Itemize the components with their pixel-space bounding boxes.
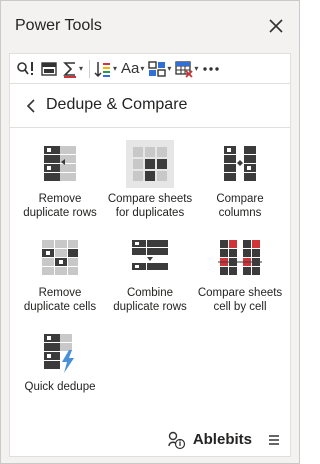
clear-table-button[interactable]: ▾ xyxy=(175,57,198,81)
clear-table-icon xyxy=(175,60,194,78)
tool-compare-cell-by-cell[interactable]: Compare sheets cell by cell xyxy=(192,234,288,314)
sum-icon xyxy=(63,61,76,78)
app-window: Power Tools ▾ ▾ Aa ▾ ▾ ▾ Dedupe & Compar… xyxy=(0,0,300,464)
compare-cell-by-cell-icon xyxy=(218,240,262,275)
chevron-left-icon xyxy=(26,99,35,113)
chevron-down-icon: ▾ xyxy=(194,64,199,73)
brand-logo[interactable]: Ablebits xyxy=(193,431,252,448)
merge-cells-icon xyxy=(148,60,167,77)
sum-button[interactable]: ▾ xyxy=(62,57,83,81)
chevron-down-icon: ▾ xyxy=(140,64,145,73)
tool-label: Compare sheets for duplicates xyxy=(107,193,193,219)
tool-remove-duplicate-cells[interactable]: Remove duplicate cells xyxy=(12,234,108,314)
section-header: Dedupe & Compare xyxy=(10,84,290,128)
tools-panel: ▾ ▾ Aa ▾ ▾ ▾ Dedupe & Compare Remove dup… xyxy=(9,53,291,457)
more-button[interactable] xyxy=(202,57,220,81)
chevron-down-icon: ▾ xyxy=(167,64,172,73)
sort-button[interactable]: ▾ xyxy=(94,57,117,81)
tool-label: Remove duplicate cells xyxy=(23,287,97,313)
tool-compare-columns[interactable]: Compare columns xyxy=(192,140,288,220)
menu-button[interactable] xyxy=(268,433,280,451)
text-case-icon: Aa xyxy=(121,60,140,77)
tool-combine-duplicate-rows[interactable]: Combine duplicate rows xyxy=(102,234,198,314)
tool-remove-duplicate-rows[interactable]: Remove duplicate rows xyxy=(12,140,108,220)
close-icon xyxy=(269,19,283,33)
text-case-button[interactable]: Aa ▾ xyxy=(121,57,144,81)
tool-label: Quick dedupe xyxy=(24,381,96,393)
chart-button[interactable] xyxy=(40,57,58,81)
chevron-down-icon: ▾ xyxy=(113,64,118,73)
toolbar-separator xyxy=(89,59,91,78)
remove-duplicate-rows-icon xyxy=(44,146,76,181)
tool-label: Compare sheets cell by cell xyxy=(197,287,283,313)
tool-label: Remove duplicate rows xyxy=(23,193,97,219)
footer: Ablebits xyxy=(10,424,290,456)
compare-sheets-icon xyxy=(126,140,174,188)
more-icon xyxy=(203,66,220,71)
chevron-down-icon: ▾ xyxy=(79,64,84,73)
help-info-icon xyxy=(168,431,186,450)
close-button[interactable] xyxy=(263,13,289,39)
search-replace-button[interactable] xyxy=(16,57,36,81)
window-title: Power Tools xyxy=(15,17,102,34)
chart-icon xyxy=(41,61,57,76)
title-bar: Power Tools xyxy=(1,1,299,53)
help-button[interactable] xyxy=(166,430,186,455)
quick-dedupe-icon xyxy=(44,334,74,373)
back-button[interactable] xyxy=(24,97,38,115)
page-title: Dedupe & Compare xyxy=(46,96,188,113)
merge-cells-button[interactable]: ▾ xyxy=(148,57,171,81)
remove-duplicate-cells-icon xyxy=(42,240,78,275)
tool-quick-dedupe[interactable]: Quick dedupe xyxy=(12,328,108,394)
search-replace-icon xyxy=(17,61,33,75)
sort-icon xyxy=(94,61,111,77)
tool-label: Compare columns xyxy=(216,193,264,219)
hamburger-menu-icon xyxy=(269,435,279,445)
tool-label: Combine duplicate rows xyxy=(113,287,187,313)
tool-compare-sheets[interactable]: Compare sheets for duplicates xyxy=(102,140,198,220)
combine-duplicate-rows-icon xyxy=(132,240,168,270)
compare-columns-icon xyxy=(224,146,256,181)
toolbar: ▾ ▾ Aa ▾ ▾ ▾ xyxy=(10,54,290,84)
